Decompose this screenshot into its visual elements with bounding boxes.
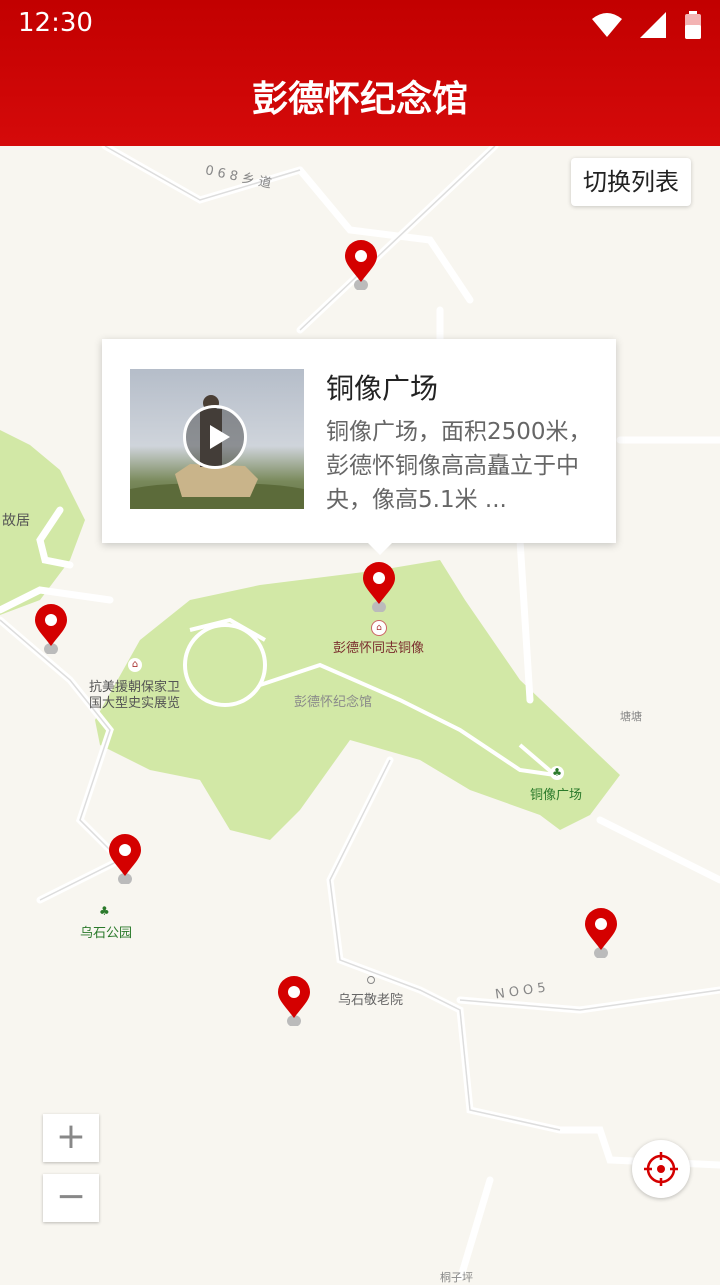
locate-icon bbox=[644, 1152, 678, 1186]
map-label-nursing-home: 乌石敬老院 bbox=[338, 993, 404, 1008]
map-pin-icon[interactable] bbox=[277, 976, 311, 1026]
museum-icon: ⌂ bbox=[128, 658, 142, 672]
map-label-memorial-hall: 彭德怀纪念馆 bbox=[294, 695, 373, 710]
map-view[interactable]: 0 6 8 乡 道 N O O 5 故居 ⌂ 彭德怀同志铜像 彭德怀纪念馆 ⌂ … bbox=[0, 146, 720, 1284]
signal-icon bbox=[640, 12, 666, 38]
map-label-former-residence: 故居 bbox=[2, 513, 30, 529]
park-icon: ♣ bbox=[99, 904, 110, 918]
map-pin-icon[interactable] bbox=[362, 562, 396, 612]
monument-icon: ⌂ bbox=[371, 620, 387, 636]
map-label-bronze-statue: 彭德怀同志铜像 bbox=[333, 641, 425, 656]
play-icon[interactable] bbox=[183, 405, 247, 469]
app-header: 12:30 彭德怀纪念馆 bbox=[0, 0, 720, 146]
status-bar: 12:30 bbox=[0, 0, 720, 48]
map-pin-icon[interactable] bbox=[344, 240, 378, 290]
wifi-icon bbox=[592, 13, 622, 37]
map-label-bronze-square: 铜像广场 bbox=[530, 788, 583, 803]
map-label-wushi-park: 乌石公园 bbox=[80, 926, 133, 941]
poi-description: 铜像广场，面积2500米，彭德怀铜像高高矗立于中央，像高5.1米 ... bbox=[326, 419, 592, 513]
poi-title: 铜像广场 bbox=[326, 372, 439, 405]
map-base bbox=[0, 146, 720, 1280]
park-icon: ♣ bbox=[550, 766, 564, 780]
map-pin-icon[interactable] bbox=[34, 604, 68, 654]
zoom-in-button[interactable]: + bbox=[43, 1114, 99, 1162]
battery-icon bbox=[685, 11, 701, 39]
zoom-out-button[interactable]: − bbox=[43, 1174, 99, 1222]
page-title: 彭德怀纪念馆 bbox=[251, 79, 468, 120]
map-label-tangtang: 塘塘 bbox=[620, 710, 642, 723]
poi-popup-card[interactable]: 铜像广场 铜像广场，面积2500米，彭德怀铜像高高矗立于中央，像高5.1米 ..… bbox=[102, 339, 616, 555]
place-dot-icon bbox=[367, 976, 375, 984]
locate-button[interactable] bbox=[632, 1140, 690, 1198]
map-pin-icon[interactable] bbox=[584, 908, 618, 958]
map-label-exhibition-line2: 国大型史实展览 bbox=[89, 696, 181, 711]
map-pin-icon[interactable] bbox=[108, 834, 142, 884]
switch-list-button[interactable]: 切换列表 bbox=[571, 158, 691, 206]
status-time: 12:30 bbox=[18, 8, 93, 38]
poi-video-thumbnail[interactable] bbox=[130, 369, 304, 509]
map-label-road-bottom: 桐子坪 bbox=[440, 1271, 473, 1284]
